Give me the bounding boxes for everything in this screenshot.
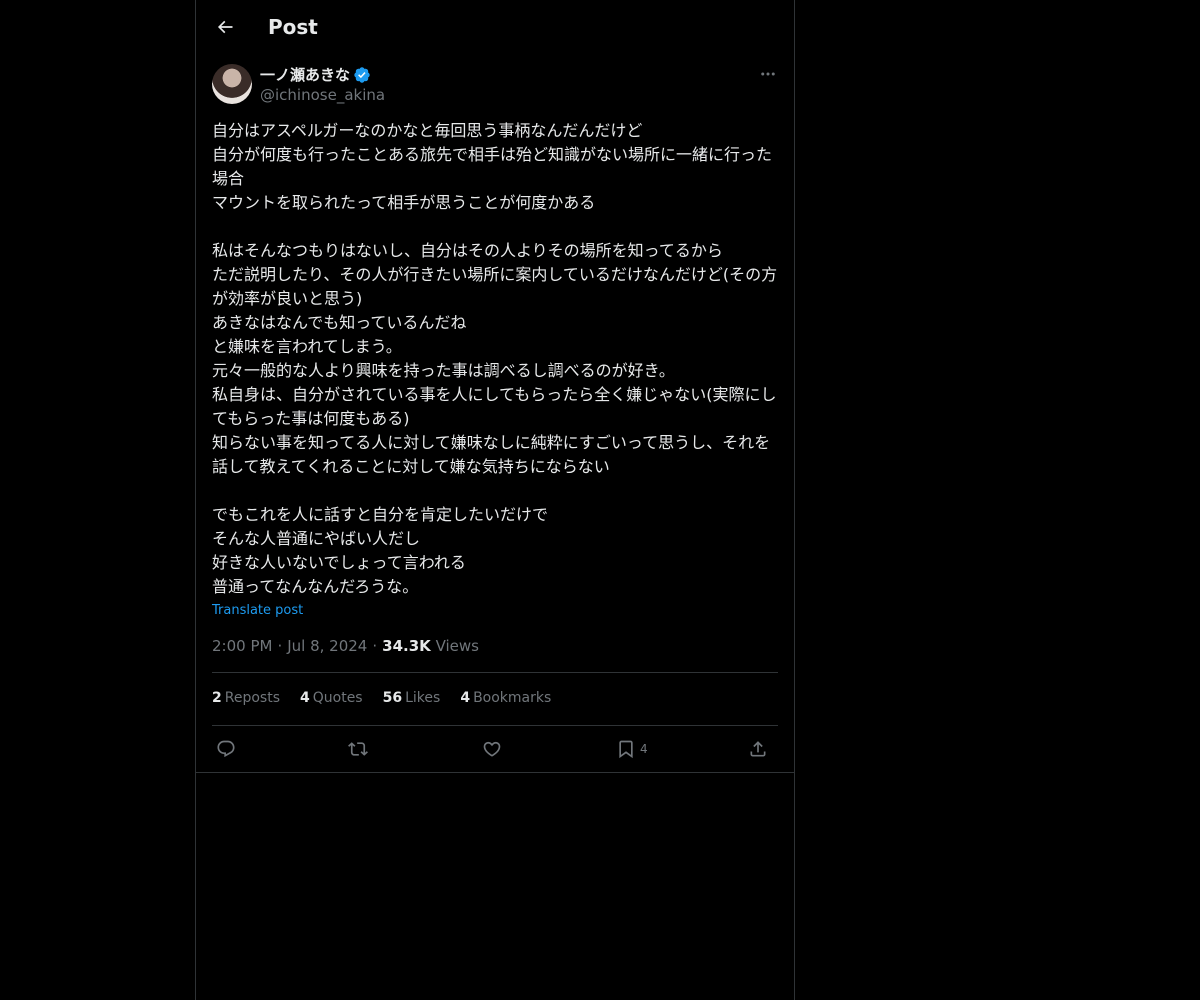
quotes-count: 4 xyxy=(300,690,310,706)
author-handle[interactable]: @ichinose_akina xyxy=(260,85,385,105)
repost-button[interactable] xyxy=(348,736,368,762)
translate-post-link[interactable]: Translate post xyxy=(212,602,303,620)
bookmarks-stat[interactable]: 4 Bookmarks xyxy=(460,688,551,708)
views-count: 34.3K xyxy=(382,637,431,655)
views-label: Views xyxy=(435,637,479,655)
divider xyxy=(212,725,778,726)
action-bar: 4 xyxy=(212,736,778,762)
post-time[interactable]: 2:00 PM xyxy=(212,637,272,655)
more-horizontal-icon xyxy=(759,65,777,83)
likes-count: 56 xyxy=(382,690,403,706)
bookmarks-count: 4 xyxy=(460,690,471,706)
reposts-stat[interactable]: 2 Reposts xyxy=(212,688,280,708)
page-title: Post xyxy=(268,15,318,39)
post-metadata: 2:00 PM · Jul 8, 2024 · 34.3K Views xyxy=(212,636,479,656)
quotes-stat[interactable]: 4 Quotes xyxy=(300,688,363,708)
bookmark-button[interactable]: 4 xyxy=(616,736,648,762)
separator-dot: · xyxy=(277,637,283,655)
bookmark-count: 4 xyxy=(640,742,648,756)
avatar[interactable] xyxy=(212,64,252,104)
arrow-left-icon xyxy=(215,17,235,37)
page-header: Post xyxy=(196,0,794,53)
bookmark-icon xyxy=(616,739,636,759)
post-text: 自分はアスペルガーなのかなと毎回思う事柄なんだんだけど 自分が何度も行ったことあ… xyxy=(212,121,778,596)
bookmarks-label: Bookmarks xyxy=(473,690,552,706)
post-author: 一ノ瀬あきな @ichinose_akina xyxy=(260,65,385,105)
likes-label: Likes xyxy=(405,690,441,706)
share-icon xyxy=(748,739,768,759)
more-button[interactable] xyxy=(758,64,778,84)
heart-icon xyxy=(482,739,502,759)
reposts-count: 2 xyxy=(212,690,222,706)
separator-dot: · xyxy=(372,637,378,655)
divider xyxy=(212,672,778,673)
author-display-name[interactable]: 一ノ瀬あきな xyxy=(260,65,385,85)
post-date[interactable]: Jul 8, 2024 xyxy=(287,637,367,655)
primary-column: Post 一ノ瀬あきな @ichinose_akina 自分はアスペルガーなのか… xyxy=(195,0,795,1000)
reply-button[interactable] xyxy=(216,736,236,762)
likes-stat[interactable]: 56 Likes xyxy=(383,688,441,708)
back-button[interactable] xyxy=(208,10,242,44)
reply-icon xyxy=(216,739,236,759)
reposts-label: Reposts xyxy=(224,690,280,706)
author-name-text: 一ノ瀬あきな xyxy=(260,66,351,84)
repost-icon xyxy=(348,739,368,759)
like-button[interactable] xyxy=(482,736,502,762)
share-button[interactable] xyxy=(748,736,768,762)
divider xyxy=(196,772,794,773)
post-stats: 2 Reposts 4 Quotes 56 Likes 4 Bookmarks xyxy=(212,688,551,708)
quotes-label: Quotes xyxy=(312,690,363,706)
verified-badge-icon xyxy=(353,66,371,84)
